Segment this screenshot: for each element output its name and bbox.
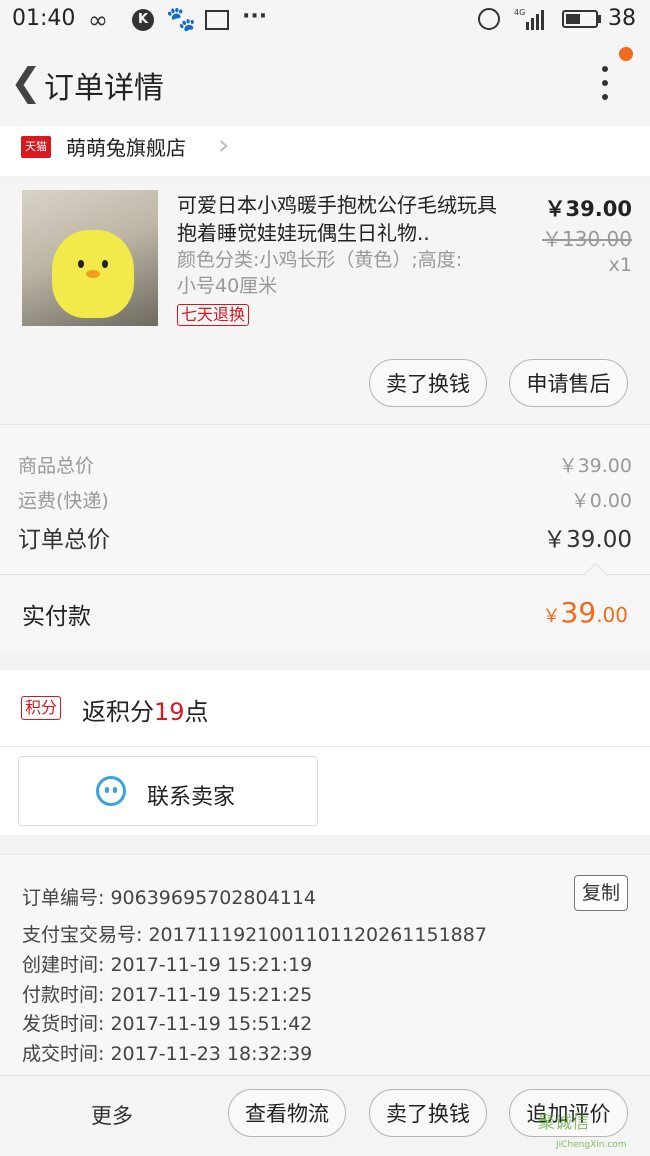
goods-total-label: 商品总价 <box>18 455 95 477</box>
product-price: ￥39.00 <box>544 197 632 221</box>
chevron-right-icon[interactable]: › <box>218 128 229 161</box>
k-app-icon: K <box>132 9 154 31</box>
battery-icon <box>562 10 598 28</box>
paw-icon: 🐾 <box>166 5 196 33</box>
points-text: 返积分19点 <box>82 698 209 726</box>
alipay-trade-number: 支付宝交易号: 2017111921001101120261151887 <box>22 924 487 946</box>
battery-percent: 38 <box>608 6 636 31</box>
order-total-label: 订单总价 <box>18 527 110 553</box>
actual-payment-amount: ￥39.00 <box>542 596 628 629</box>
aftersale-button[interactable]: 申请售后 <box>509 359 628 407</box>
order-number: 订单编号: 90639695702804114 <box>22 887 316 909</box>
product-original-price: ￥130.00 <box>542 227 632 251</box>
alarm-icon <box>478 8 500 30</box>
sell-again-button[interactable]: 卖了换钱 <box>369 1089 487 1137</box>
contact-seller-label: 联系卖家 <box>147 785 236 810</box>
more-dots-icon: ··· <box>242 4 268 29</box>
completed-time: 成交时间: 2017-11-23 18:32:39 <box>22 1043 313 1065</box>
points-badge: 积分 <box>21 696 62 720</box>
return-badge: 七天退换 <box>177 304 250 326</box>
shipping-label: 运费(快递) <box>18 490 109 512</box>
copy-button[interactable]: 复制 <box>574 875 628 911</box>
watermark-url: JiChengXin.com <box>556 1140 627 1150</box>
notification-dot <box>619 47 633 61</box>
infinity-icon: ∞ <box>88 6 108 34</box>
watermark-logo: 聚诚信 <box>538 1113 589 1133</box>
battery-tip <box>598 15 601 23</box>
chevron-left-icon[interactable]: ❮ <box>10 62 42 102</box>
product-image[interactable] <box>22 190 158 326</box>
goods-total-value: ￥39.00 <box>558 455 632 477</box>
shipping-value: ￥0.00 <box>570 490 632 512</box>
tmall-badge-icon: 天猫 <box>21 136 51 158</box>
product-quantity: x1 <box>608 254 632 276</box>
order-total-value: ￥39.00 <box>543 527 632 553</box>
created-time: 创建时间: 2017-11-19 15:21:19 <box>22 954 313 976</box>
more-button[interactable]: 更多 <box>91 1100 133 1130</box>
view-logistics-button[interactable]: 查看物流 <box>228 1089 346 1137</box>
sell-button[interactable]: 卖了换钱 <box>369 359 487 407</box>
shop-name[interactable]: 萌萌兔旗舰店 <box>66 132 186 161</box>
product-title[interactable]: 可爱日本小鸡暖手抱枕公仔毛绒玩具抱着睡觉娃娃玩偶生日礼物.. <box>177 191 497 247</box>
page-title: 订单详情 <box>44 71 164 106</box>
shipped-time: 发货时间: 2017-11-19 15:51:42 <box>22 1013 313 1035</box>
product-spec: 颜色分类:小鸡长形（黄色）;高度:小号40厘米 <box>177 249 463 297</box>
chat-bubble-icon <box>96 776 126 806</box>
paid-time: 付款时间: 2017-11-19 15:21:25 <box>22 984 313 1006</box>
4g-signal-icon: 4G <box>514 8 548 30</box>
actual-payment-label: 实付款 <box>22 604 91 630</box>
status-time: 01:40 <box>12 6 76 31</box>
image-icon <box>205 10 229 30</box>
more-vertical-icon[interactable] <box>600 66 610 102</box>
